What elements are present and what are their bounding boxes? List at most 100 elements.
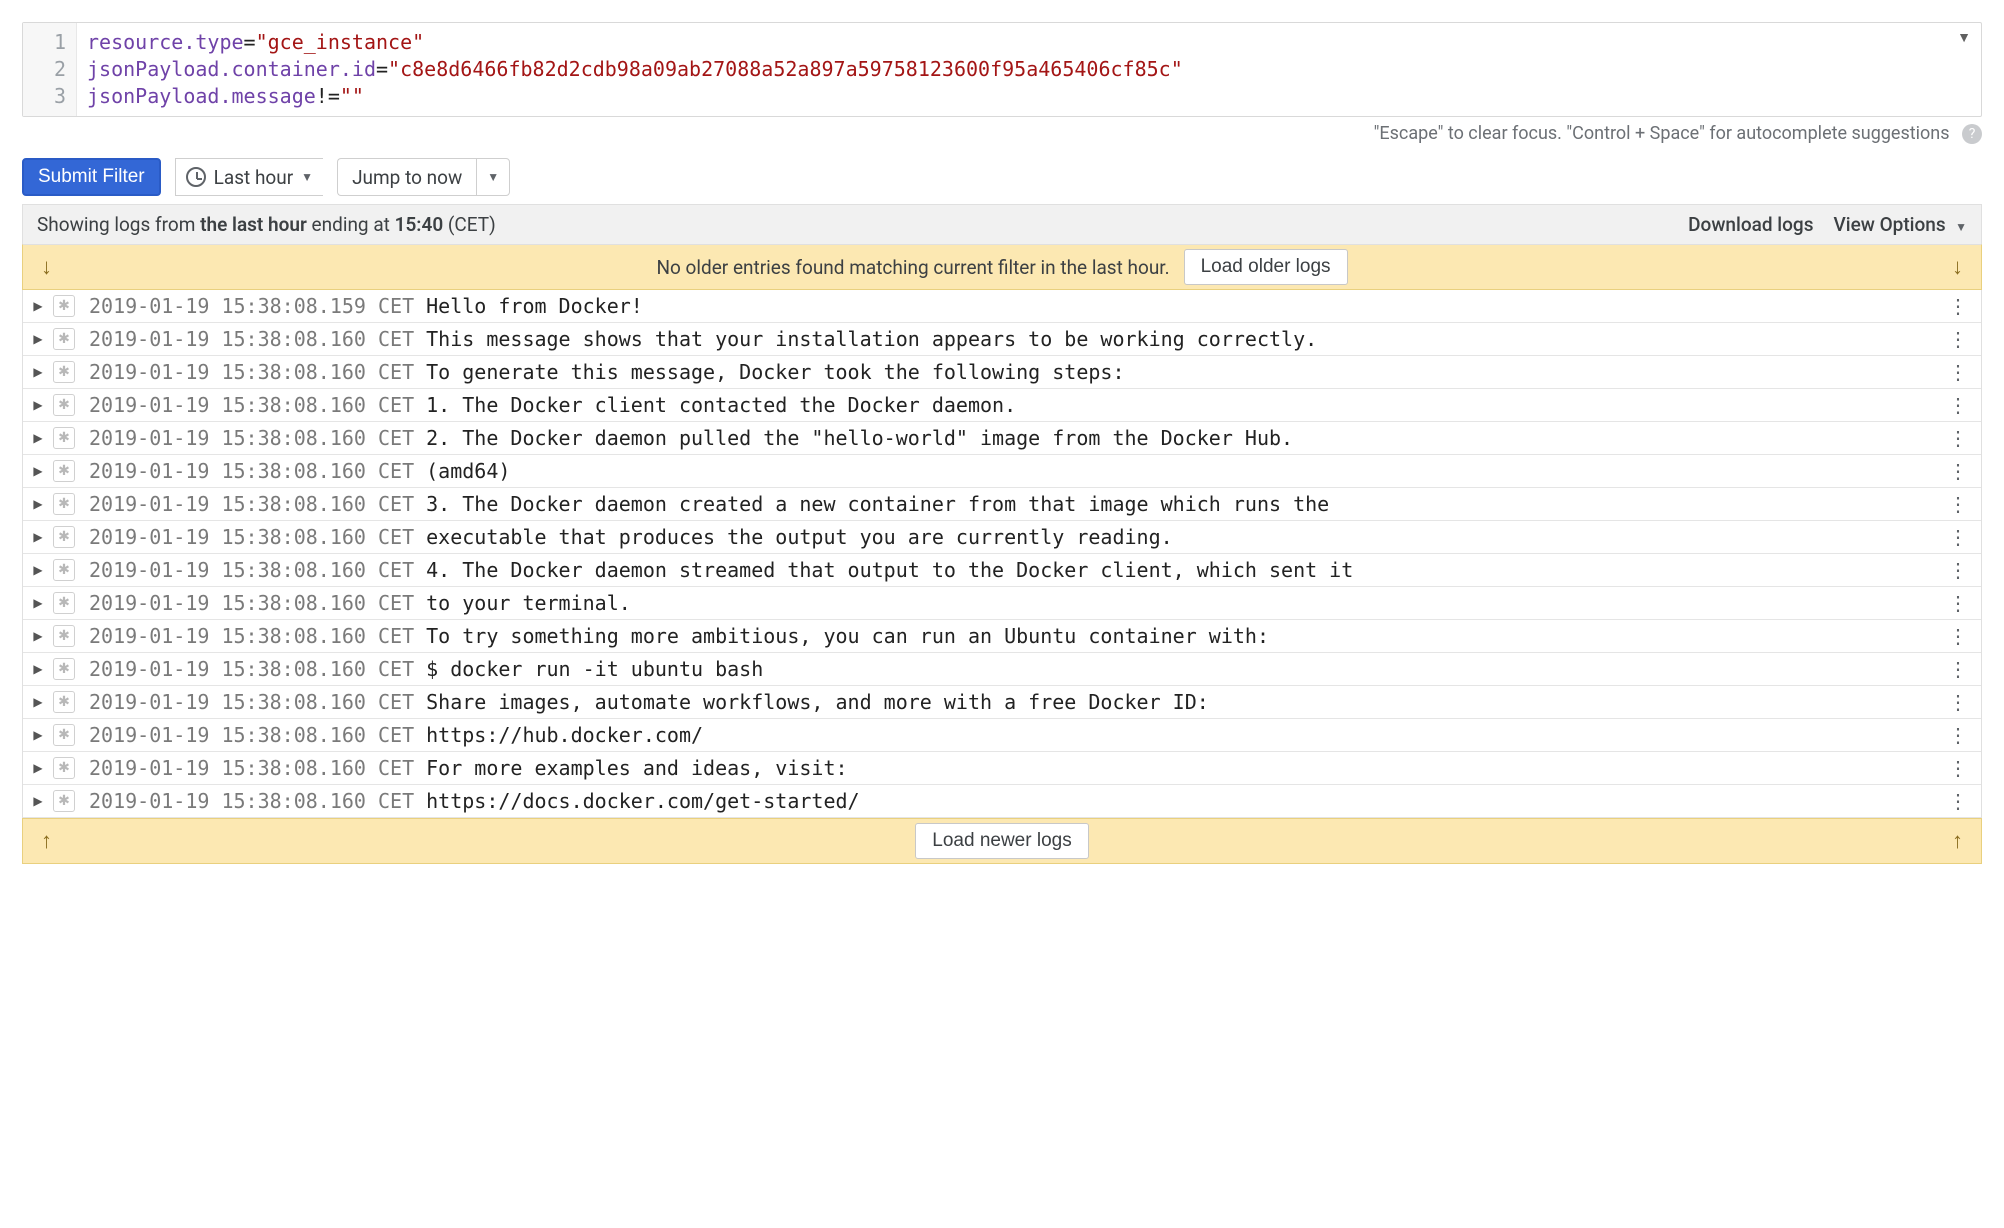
expand-icon[interactable]: ▶	[27, 629, 49, 643]
log-row[interactable]: ▶ ✱ 2019-01-19 15:38:08.160 CET https://…	[23, 719, 1981, 752]
log-message: 1. The Docker client contacted the Docke…	[426, 393, 1944, 417]
help-icon[interactable]: ?	[1962, 124, 1982, 144]
older-logs-banner: ↓ No older entries found matching curren…	[22, 244, 1982, 290]
load-older-logs-button[interactable]: Load older logs	[1184, 249, 1348, 285]
expand-icon[interactable]: ▶	[27, 728, 49, 742]
log-row[interactable]: ▶ ✱ 2019-01-19 15:38:08.160 CET 2. The D…	[23, 422, 1981, 455]
log-message: (amd64)	[426, 459, 1944, 483]
older-banner-msg: No older entries found matching current …	[656, 256, 1169, 279]
log-message: to your terminal.	[426, 591, 1944, 615]
row-menu-icon[interactable]: ⋮	[1944, 624, 1971, 648]
log-row[interactable]: ▶ ✱ 2019-01-19 15:38:08.160 CET 3. The D…	[23, 488, 1981, 521]
severity-icon[interactable]: ✱	[53, 757, 75, 779]
row-menu-icon[interactable]: ⋮	[1944, 294, 1971, 318]
severity-icon[interactable]: ✱	[53, 592, 75, 614]
log-row[interactable]: ▶ ✱ 2019-01-19 15:38:08.160 CET This mes…	[23, 323, 1981, 356]
expand-icon[interactable]: ▶	[27, 299, 49, 313]
row-menu-icon[interactable]: ⋮	[1944, 789, 1971, 813]
filter-hint: "Escape" to clear focus. "Control + Spac…	[22, 123, 1982, 144]
submit-filter-button[interactable]: Submit Filter	[22, 158, 161, 196]
severity-icon[interactable]: ✱	[53, 493, 75, 515]
log-message: For more examples and ideas, visit:	[426, 756, 1944, 780]
severity-icon[interactable]: ✱	[53, 724, 75, 746]
log-row[interactable]: ▶ ✱ 2019-01-19 15:38:08.160 CET For more…	[23, 752, 1981, 785]
log-message: https://docs.docker.com/get-started/	[426, 789, 1944, 813]
severity-icon[interactable]: ✱	[53, 691, 75, 713]
expand-icon[interactable]: ▶	[27, 761, 49, 775]
expand-icon[interactable]: ▶	[27, 794, 49, 808]
row-menu-icon[interactable]: ⋮	[1944, 360, 1971, 384]
log-message: https://hub.docker.com/	[426, 723, 1944, 747]
row-menu-icon[interactable]: ⋮	[1944, 327, 1971, 351]
log-row[interactable]: ▶ ✱ 2019-01-19 15:38:08.160 CET (amd64) …	[23, 455, 1981, 488]
severity-icon[interactable]: ✱	[53, 295, 75, 317]
row-menu-icon[interactable]: ⋮	[1944, 426, 1971, 450]
expand-icon[interactable]: ▶	[27, 530, 49, 544]
row-menu-icon[interactable]: ⋮	[1944, 525, 1971, 549]
log-row[interactable]: ▶ ✱ 2019-01-19 15:38:08.160 CET Share im…	[23, 686, 1981, 719]
scroll-up-icon[interactable]: ↑	[35, 824, 58, 858]
expand-icon[interactable]: ▶	[27, 662, 49, 676]
log-message: 3. The Docker daemon created a new conta…	[426, 492, 1944, 516]
severity-icon[interactable]: ✱	[53, 625, 75, 647]
log-timestamp: 2019-01-19 15:38:08.160 CET	[89, 492, 414, 516]
row-menu-icon[interactable]: ⋮	[1944, 393, 1971, 417]
log-row[interactable]: ▶ ✱ 2019-01-19 15:38:08.160 CET To gener…	[23, 356, 1981, 389]
row-menu-icon[interactable]: ⋮	[1944, 723, 1971, 747]
severity-icon[interactable]: ✱	[53, 361, 75, 383]
expand-icon[interactable]: ▶	[27, 332, 49, 346]
jump-to-now-button[interactable]: Jump to now ▼	[337, 158, 510, 196]
log-row[interactable]: ▶ ✱ 2019-01-19 15:38:08.159 CET Hello fr…	[23, 290, 1981, 323]
log-row[interactable]: ▶ ✱ 2019-01-19 15:38:08.160 CET $ docker…	[23, 653, 1981, 686]
log-message: To generate this message, Docker took th…	[426, 360, 1944, 384]
log-timestamp: 2019-01-19 15:38:08.160 CET	[89, 525, 414, 549]
severity-icon[interactable]: ✱	[53, 427, 75, 449]
severity-icon[interactable]: ✱	[53, 658, 75, 680]
log-row[interactable]: ▶ ✱ 2019-01-19 15:38:08.160 CET to your …	[23, 587, 1981, 620]
log-message: Hello from Docker!	[426, 294, 1944, 318]
download-logs-link[interactable]: Download logs	[1688, 213, 1813, 236]
row-menu-icon[interactable]: ⋮	[1944, 459, 1971, 483]
expand-icon[interactable]: ▶	[27, 365, 49, 379]
row-menu-icon[interactable]: ⋮	[1944, 657, 1971, 681]
row-menu-icon[interactable]: ⋮	[1944, 591, 1971, 615]
filter-code[interactable]: resource.type="gce_instance" jsonPayload…	[77, 23, 1981, 116]
scroll-down-icon[interactable]: ↓	[35, 250, 58, 284]
log-row[interactable]: ▶ ✱ 2019-01-19 15:38:08.160 CET https://…	[23, 785, 1981, 818]
log-row[interactable]: ▶ ✱ 2019-01-19 15:38:08.160 CET To try s…	[23, 620, 1981, 653]
severity-icon[interactable]: ✱	[53, 526, 75, 548]
status-bar: Showing logs from the last hour ending a…	[22, 204, 1982, 244]
row-menu-icon[interactable]: ⋮	[1944, 492, 1971, 516]
severity-icon[interactable]: ✱	[53, 790, 75, 812]
expand-icon[interactable]: ▶	[27, 431, 49, 445]
chevron-down-icon: ▼	[301, 170, 313, 184]
log-timestamp: 2019-01-19 15:38:08.160 CET	[89, 723, 414, 747]
expand-icon[interactable]: ▶	[27, 596, 49, 610]
row-menu-icon[interactable]: ⋮	[1944, 558, 1971, 582]
filter-editor[interactable]: 1 2 3 resource.type="gce_instance" jsonP…	[22, 22, 1982, 117]
severity-icon[interactable]: ✱	[53, 394, 75, 416]
scroll-up-icon[interactable]: ↑	[1946, 824, 1969, 858]
severity-icon[interactable]: ✱	[53, 328, 75, 350]
load-newer-logs-button[interactable]: Load newer logs	[915, 823, 1088, 859]
scroll-down-icon[interactable]: ↓	[1946, 250, 1969, 284]
log-row[interactable]: ▶ ✱ 2019-01-19 15:38:08.160 CET executab…	[23, 521, 1981, 554]
view-options-dropdown[interactable]: View Options ▼	[1833, 213, 1967, 236]
log-timestamp: 2019-01-19 15:38:08.160 CET	[89, 327, 414, 351]
log-timestamp: 2019-01-19 15:38:08.160 CET	[89, 459, 414, 483]
time-range-picker[interactable]: Last hour ▼	[175, 158, 323, 196]
severity-icon[interactable]: ✱	[53, 559, 75, 581]
log-row[interactable]: ▶ ✱ 2019-01-19 15:38:08.160 CET 4. The D…	[23, 554, 1981, 587]
expand-icon[interactable]: ▶	[27, 464, 49, 478]
row-menu-icon[interactable]: ⋮	[1944, 756, 1971, 780]
expand-icon[interactable]: ▶	[27, 695, 49, 709]
status-text: Showing logs from the last hour ending a…	[37, 213, 496, 236]
time-range-label: Last hour	[214, 166, 294, 189]
log-row[interactable]: ▶ ✱ 2019-01-19 15:38:08.160 CET 1. The D…	[23, 389, 1981, 422]
severity-icon[interactable]: ✱	[53, 460, 75, 482]
expand-icon[interactable]: ▶	[27, 497, 49, 511]
expand-icon[interactable]: ▶	[27, 563, 49, 577]
filter-dropdown-icon[interactable]: ▼	[1957, 29, 1971, 46]
expand-icon[interactable]: ▶	[27, 398, 49, 412]
row-menu-icon[interactable]: ⋮	[1944, 690, 1971, 714]
